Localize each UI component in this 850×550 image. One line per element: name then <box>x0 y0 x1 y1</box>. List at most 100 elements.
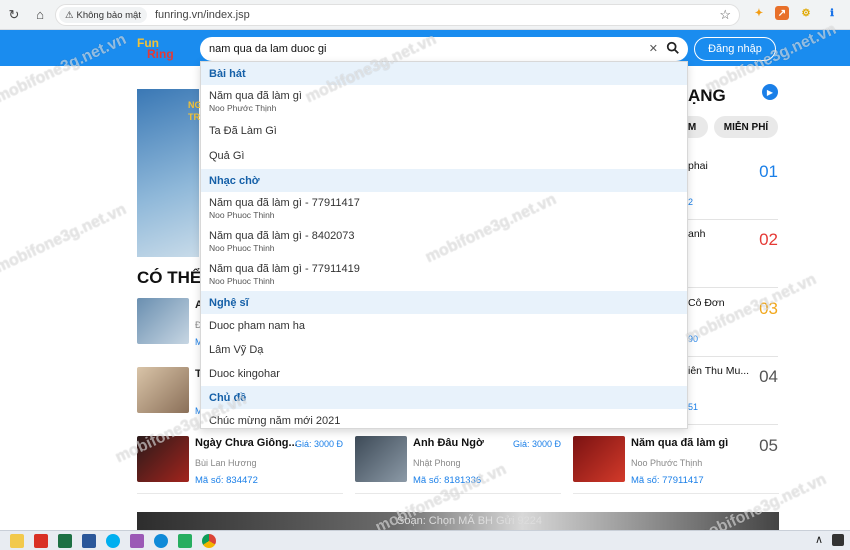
card-singer: Noo Phước Thịnh <box>631 458 703 468</box>
suggestion-label: Ta Đã Làm Gì <box>209 125 277 137</box>
extension-4-icon[interactable]: ℹ <box>825 6 839 20</box>
extension-3-icon[interactable]: ⚙ <box>799 6 813 20</box>
browser-toolbar: ↻ ⌂ ⚠ Không bảo mật funring.vn/index.jsp… <box>0 0 850 30</box>
suggestion-label: Duoc pham nam ha <box>209 320 305 332</box>
card-title: Ngày Chưa Giông... <box>195 437 298 449</box>
rank-row[interactable]: anh 02 <box>688 220 778 288</box>
excel-icon[interactable] <box>58 533 72 548</box>
card-price: Giá: 3000 Đ <box>294 439 343 449</box>
suggestion-label: Lâm Vỹ Dạ <box>209 344 264 356</box>
rank-row[interactable]: Cô Đơn 90 03 <box>688 289 778 357</box>
promo-banner[interactable]: NG TR <box>137 89 202 257</box>
card-code: Mã số: 8181336 <box>413 475 482 486</box>
song-card[interactable]: Năm qua đã làm gì Noo Phước Thịnh Mã số:… <box>573 436 779 494</box>
funring-logo[interactable]: Fun Ring <box>137 37 183 62</box>
rank-song: phai <box>688 160 708 172</box>
suggestion-label: Quả Gì <box>209 150 245 162</box>
home-icon[interactable]: ⌂ <box>29 4 51 26</box>
suggestion-item[interactable]: Duoc pham nam ha <box>201 314 687 338</box>
rank-code: 90 <box>688 334 699 344</box>
search-icon[interactable] <box>666 41 680 55</box>
rank-number: 04 <box>759 367 778 386</box>
card-price: Giá: 3000 Đ <box>512 439 561 449</box>
reload-icon[interactable]: ↻ <box>3 4 25 26</box>
song-card[interactable]: Ngày Chưa Giông... Giá: 3000 Đ Bùi Lan H… <box>137 436 343 494</box>
chrome-icon[interactable] <box>202 533 216 548</box>
group-header-topics: Chủ đề <box>201 386 687 409</box>
bookmark-star-icon[interactable]: ☆ <box>719 7 731 23</box>
suggestion-label: Năm qua đã làm gì - 77911417 <box>209 197 360 209</box>
card-title: Anh Đâu Ngờ <box>413 437 484 449</box>
tab-free[interactable]: MIỄN PHÍ <box>714 116 778 138</box>
app-icon[interactable] <box>130 533 144 548</box>
url-text[interactable]: funring.vn/index.jsp <box>155 9 250 21</box>
group-header-songs: Bài hát <box>201 62 687 85</box>
login-button[interactable]: Đăng nhập <box>694 37 776 61</box>
card-title: Năm qua đã làm gì <box>631 437 729 449</box>
suggestion-item[interactable]: Năm qua đã làm gì - 77911417 Noo Phuoc T… <box>201 192 687 225</box>
card-singer: Bùi Lan Hương <box>195 458 257 468</box>
suggestion-item[interactable]: Ta Đã Làm Gì <box>201 118 687 144</box>
card-code: Mã số: 834472 <box>195 475 258 486</box>
edge-icon[interactable] <box>154 533 168 548</box>
tray-chevron-icon[interactable]: ∧ <box>815 533 823 546</box>
suggestion-item[interactable]: Lâm Vỹ Dạ <box>201 338 687 362</box>
clear-icon[interactable]: ✕ <box>649 42 658 55</box>
skype-icon[interactable] <box>106 533 120 548</box>
left-card[interactable]: A Đ Mã <box>137 298 208 347</box>
suggestion-item[interactable]: Chúc mừng năm mới 2021 <box>201 409 687 428</box>
song-card[interactable]: Anh Đâu Ngờ Giá: 3000 Đ Nhật Phong Mã số… <box>355 436 561 494</box>
song-thumbnail <box>137 436 189 482</box>
bottom-banner-text: Soạn: Chọn MÃ BH Gửi 9224 <box>397 515 542 527</box>
tray-app-icon[interactable] <box>832 534 844 546</box>
watermark: mobifone3g.net.vn <box>0 200 129 277</box>
app2-icon[interactable] <box>178 533 192 548</box>
search-suggestions: Bài hát Năm qua đã làm gì Noo Phước Thịn… <box>200 61 688 429</box>
address-bar[interactable]: ⚠ Không bảo mật funring.vn/index.jsp ☆ <box>55 4 740 26</box>
search-box[interactable]: nam qua da lam duoc gi ✕ <box>200 37 688 61</box>
left-card[interactable]: T Mã <box>137 367 208 416</box>
group-header-ringtones: Nhạc chờ <box>201 169 687 192</box>
section-title: CÓ THỂ <box>137 268 202 287</box>
ranking-title: ẠNG <box>688 86 726 105</box>
rank-song: Cô Đơn <box>688 297 725 309</box>
suggestion-item[interactable]: Duoc kingohar <box>201 362 687 386</box>
suggestion-artist: Noo Phuoc Thinh <box>209 243 275 253</box>
suggestion-item[interactable]: Năm qua đã làm gì - 77911419 Noo Phuoc T… <box>201 258 687 291</box>
rank-row[interactable]: iên Thu Mu... 51 04 <box>688 357 778 425</box>
warning-icon: ⚠ <box>65 9 74 21</box>
os-taskbar: ∧ <box>0 530 850 550</box>
rank-code: 2 <box>688 197 694 207</box>
suggestion-artist: Noo Phước Thịnh <box>209 103 277 113</box>
play-icon[interactable]: ▶ <box>762 84 778 100</box>
suggestion-item[interactable]: Năm qua đã làm gì Noo Phước Thịnh <box>201 85 687 118</box>
suggestion-artist: Noo Phuoc Thinh <box>209 276 275 286</box>
security-chip[interactable]: ⚠ Không bảo mật <box>59 7 147 23</box>
rank-number: 02 <box>759 230 778 249</box>
rank-number: 01 <box>759 162 778 181</box>
card-code: Mã số: 77911417 <box>631 475 704 486</box>
rank-number: 03 <box>759 299 778 318</box>
song-thumbnail <box>573 436 625 482</box>
artist-thumbnail <box>137 298 189 344</box>
rank-song: anh <box>688 228 706 240</box>
logo-bottom-text: Ring <box>147 47 174 61</box>
bottom-banner[interactable]: Soạn: Chọn MÃ BH Gửi 9224 <box>137 512 779 532</box>
file-explorer-icon[interactable] <box>10 533 24 548</box>
suggestion-label: Năm qua đã làm gì - 8402073 <box>209 230 355 242</box>
suggestion-artist: Noo Phuoc Thinh <box>209 210 275 220</box>
pdf-icon[interactable] <box>34 533 48 548</box>
extension-2-icon[interactable]: ↗ <box>775 6 789 20</box>
suggestion-item[interactable]: Quả Gì <box>201 144 687 169</box>
word-icon[interactable] <box>82 533 96 548</box>
suggestion-label: Chúc mừng năm mới 2021 <box>209 415 341 427</box>
card-singer: Nhật Phong <box>413 458 461 468</box>
group-header-artists: Nghệ sĩ <box>201 291 687 314</box>
extension-1-icon[interactable]: ✦ <box>752 6 766 20</box>
suggestion-label: Duoc kingohar <box>209 368 280 380</box>
suggestion-label: Năm qua đã làm gì - 77911419 <box>209 263 360 275</box>
search-input[interactable]: nam qua da lam duoc gi <box>209 43 326 55</box>
security-label: Không bảo mật <box>76 9 141 21</box>
suggestion-item[interactable]: Năm qua đã làm gì - 8402073 Noo Phuoc Th… <box>201 225 687 258</box>
rank-row[interactable]: phai 2 01 <box>688 152 778 220</box>
